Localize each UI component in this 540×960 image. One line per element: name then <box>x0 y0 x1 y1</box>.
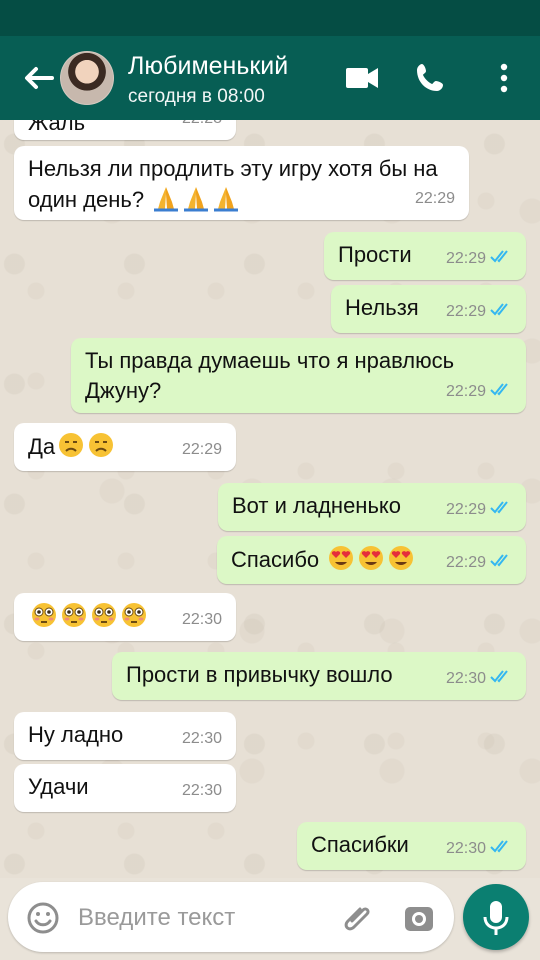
message-bubble-outgoing[interactable]: Спасибо 22:29 <box>217 536 526 584</box>
message-text: Ты правда думаешь что я нравлюсь Джуну? <box>85 348 455 403</box>
flushed-emoji-icon <box>88 603 118 629</box>
message-time: 22:30 <box>181 611 222 628</box>
message-time: 22:29 <box>445 250 486 267</box>
message-time: 22:29 <box>181 441 222 458</box>
message-time: 22:30 <box>445 670 486 687</box>
mic-button[interactable] <box>463 884 529 950</box>
more-vertical-icon[interactable] <box>484 60 524 96</box>
message-bubble-outgoing[interactable]: Вот и ладненько 22:29 <box>218 483 526 531</box>
message-bubble-incoming[interactable]: Жаль 22:28 <box>14 120 236 140</box>
paperclip-icon[interactable] <box>342 901 376 935</box>
message-time: 22:30 <box>445 840 486 857</box>
flushed-emoji-icon <box>118 603 148 629</box>
message-bubble-outgoing[interactable]: Нельзя 22:29 <box>331 285 526 333</box>
read-receipt-icon <box>490 664 512 694</box>
contact-name[interactable]: Любименький <box>128 51 288 81</box>
message-meta: 22:29 <box>415 184 455 214</box>
read-receipt-icon <box>490 495 512 525</box>
message-text: Да <box>28 434 56 459</box>
pray-emoji-icon <box>150 187 180 212</box>
message-time: 22:29 <box>445 303 486 320</box>
read-receipt-icon <box>490 244 512 274</box>
message-text: Нельзя <box>345 295 419 320</box>
read-receipt-icon <box>490 377 512 407</box>
video-call-icon[interactable] <box>342 60 382 96</box>
message-bubble-incoming[interactable]: 22:30 <box>14 593 236 641</box>
heart-eyes-emoji-icon <box>355 546 385 572</box>
message-meta: 22:29 <box>446 548 512 578</box>
read-receipt-icon <box>490 297 512 327</box>
avatar[interactable] <box>60 51 114 105</box>
smile-icon[interactable] <box>26 901 60 935</box>
message-bubble-outgoing[interactable]: Спасибки 22:30 <box>297 822 526 870</box>
phone-icon[interactable] <box>412 60 452 96</box>
message-input[interactable] <box>76 899 330 937</box>
message-meta: 22:30 <box>182 776 222 806</box>
message-text: Спасибо <box>231 547 320 572</box>
message-bubble-incoming[interactable]: Удачи 22:30 <box>14 764 236 812</box>
message-time: 22:29 <box>445 383 486 400</box>
heart-eyes-emoji-icon <box>385 546 415 572</box>
message-bubble-incoming[interactable]: Да 22:29 <box>14 423 236 471</box>
message-time: 22:29 <box>445 501 486 518</box>
message-meta: 22:30 <box>446 834 512 864</box>
heart-eyes-emoji-icon <box>325 546 355 572</box>
chat-messages: Жаль 22:28 Нельзя ли продлить эту игру х… <box>0 120 540 878</box>
pray-emoji-icon <box>210 187 240 212</box>
message-text: Ну ладно <box>28 722 124 747</box>
message-meta: 22:30 <box>446 664 512 694</box>
message-meta: 22:28 <box>182 120 222 134</box>
message-bubble-outgoing[interactable]: Прости в привычку вошло 22:30 <box>112 652 526 700</box>
message-bubble-outgoing[interactable]: Ты правда думаешь что я нравлюсь Джуну? … <box>71 338 526 413</box>
message-time: 22:28 <box>182 120 222 134</box>
message-meta: 22:30 <box>182 605 222 635</box>
message-bubble-incoming[interactable]: Нельзя ли продлить эту игру хотя бы на о… <box>14 146 469 220</box>
message-text: Вот и ладненько <box>232 493 402 518</box>
message-text: Прости в привычку вошло <box>126 662 393 687</box>
message-text: Удачи <box>28 774 89 799</box>
contact-status: сегодня в 08:00 <box>128 86 265 107</box>
message-time: 22:30 <box>181 730 222 747</box>
pray-emoji-icon <box>180 187 210 212</box>
message-time: 22:29 <box>414 190 455 207</box>
message-time: 22:29 <box>445 554 486 571</box>
message-meta: 22:29 <box>446 495 512 525</box>
message-meta: 22:29 <box>446 377 512 407</box>
disappointed-emoji-icon <box>55 433 85 459</box>
read-receipt-icon <box>490 548 512 578</box>
message-time: 22:30 <box>181 782 222 799</box>
message-meta: 22:29 <box>446 244 512 274</box>
message-text: Жаль <box>28 120 86 135</box>
message-text: Спасибки <box>311 832 409 857</box>
read-receipt-icon <box>490 834 512 864</box>
status-bar <box>0 0 540 36</box>
message-meta: 22:29 <box>182 435 222 465</box>
message-meta: 22:30 <box>182 724 222 754</box>
message-text: Прости <box>338 242 412 267</box>
camera-icon[interactable] <box>402 901 436 935</box>
flushed-emoji-icon <box>58 603 88 629</box>
message-bubble-outgoing[interactable]: Прости 22:29 <box>324 232 526 280</box>
back-arrow-icon[interactable] <box>18 60 58 96</box>
mic-icon <box>463 901 529 954</box>
chat-header: Любименький сегодня в 08:00 <box>0 36 540 120</box>
disappointed-emoji-icon <box>85 433 115 459</box>
flushed-emoji-icon <box>28 603 58 629</box>
message-composer <box>8 882 454 952</box>
message-bubble-incoming[interactable]: Ну ладно 22:30 <box>14 712 236 760</box>
message-meta: 22:29 <box>446 297 512 327</box>
